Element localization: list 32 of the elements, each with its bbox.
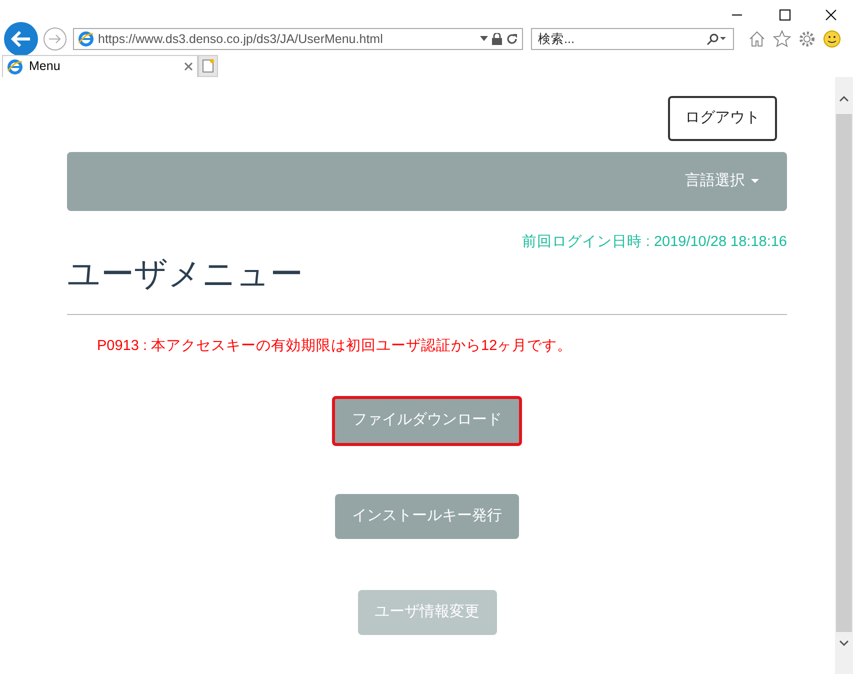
back-icon[interactable] bbox=[3, 21, 39, 57]
logout-button[interactable]: ログアウト bbox=[668, 96, 777, 141]
menu-button[interactable]: ファイルダウンロード bbox=[332, 396, 522, 446]
scrollbar[interactable] bbox=[835, 77, 853, 674]
browser-logo-icon bbox=[78, 31, 94, 47]
dropdown-icon[interactable] bbox=[480, 36, 488, 42]
settings-icon[interactable] bbox=[798, 30, 816, 48]
scroll-down-icon[interactable] bbox=[839, 640, 849, 647]
home-icon[interactable] bbox=[748, 30, 766, 48]
url-text: https://www.ds3.denso.co.jp/ds3/JA/UserMenu.html bbox=[98, 30, 384, 48]
menu-button[interactable]: インストールキー発行 bbox=[335, 494, 519, 538]
refresh-icon[interactable] bbox=[506, 33, 518, 45]
notice-message: P0913 : 本アクセスキーの有効期限は初回ユーザ認証から12ヶ月です。 bbox=[97, 336, 574, 356]
new-tab-button[interactable] bbox=[198, 55, 218, 77]
search-field[interactable]: 検索... bbox=[531, 28, 734, 50]
close-icon[interactable] bbox=[825, 9, 837, 21]
lock-icon bbox=[492, 33, 502, 45]
maximize-icon[interactable] bbox=[779, 9, 791, 21]
star-icon[interactable] bbox=[773, 30, 791, 48]
scroll-up-icon[interactable] bbox=[839, 95, 849, 102]
address-bar[interactable]: https://www.ds3.denso.co.jp/ds3/JA/UserMenu.html bbox=[73, 28, 523, 50]
browser-tab[interactable]: Menu bbox=[2, 55, 198, 77]
language-menu[interactable]: 言語選択 bbox=[685, 170, 759, 193]
smiley-icon[interactable] bbox=[823, 30, 841, 48]
last-login-text: 前回ログイン日時 : 2019/10/28 18:18:16 bbox=[522, 233, 787, 252]
page-title: ユーザメニュー bbox=[67, 256, 304, 290]
caret-icon bbox=[751, 179, 759, 184]
new-tab-icon bbox=[202, 59, 214, 73]
search-input: 検索... bbox=[538, 30, 705, 48]
search-icon[interactable] bbox=[705, 33, 727, 45]
browser-logo-icon bbox=[7, 58, 23, 74]
tab-title: Menu bbox=[29, 58, 62, 76]
